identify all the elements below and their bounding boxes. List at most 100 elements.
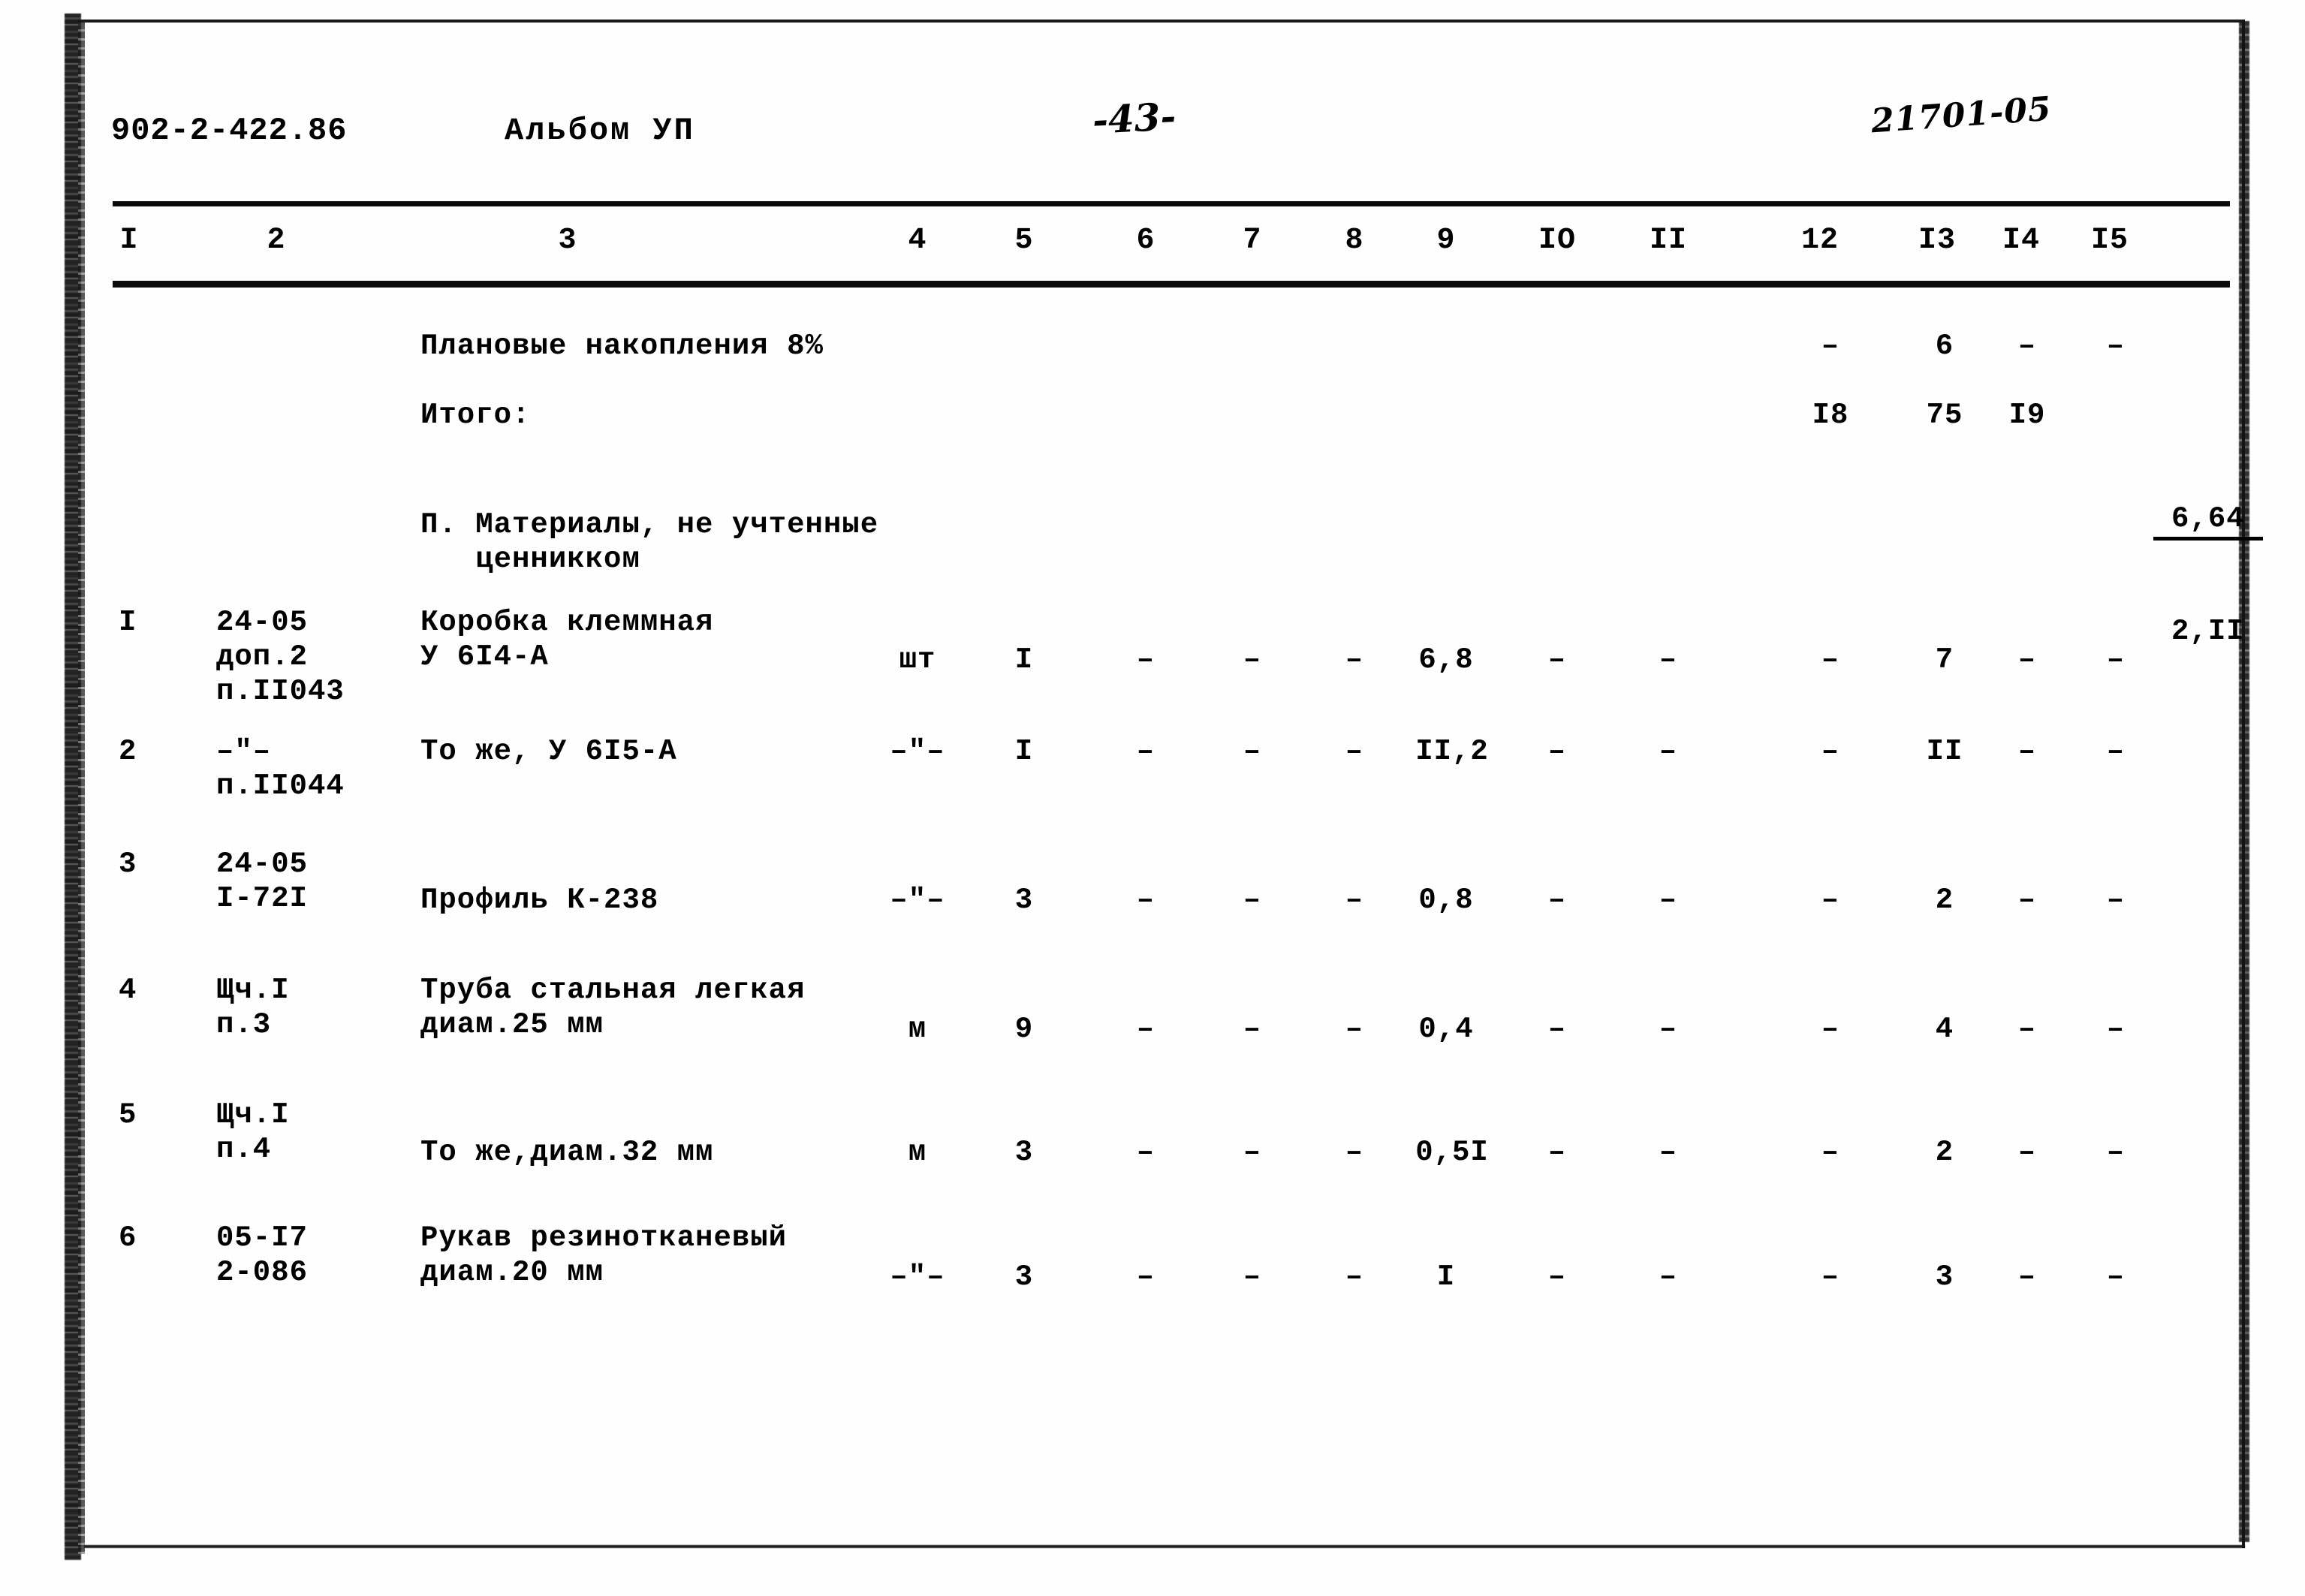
column-header-12: 12 (1800, 224, 1839, 257)
table-row-6-c13: 3 (1935, 1260, 1954, 1293)
row-planned-savings-name: Плановые накопления 8% (420, 330, 824, 363)
page-frame-bottom (84, 1545, 2245, 1548)
table-row-2-c10: – (1547, 735, 1567, 768)
table-rule-top (113, 201, 2230, 206)
table-row-3-unit: –"– (890, 884, 945, 917)
table-rule-bottom (113, 281, 2230, 288)
column-header-7: 7 (1243, 224, 1262, 257)
table-row-4-name: Труба стальная легкая диам.25 мм (420, 974, 806, 1042)
table-row-6-c10: – (1547, 1260, 1567, 1293)
table-row-6-c11: – (1659, 1260, 1678, 1293)
table-row-5-number: 5 (119, 1098, 137, 1131)
table-row-5-unit: м (908, 1136, 927, 1169)
table-row-5-c15: – (2106, 1136, 2126, 1169)
table-row-2-name: То же, У 6I5-А (420, 735, 677, 768)
table-row-3-c12: – (1821, 884, 1840, 917)
table-row-5-c10: – (1547, 1136, 1567, 1169)
column-header-1: I (119, 224, 139, 257)
table-row-2-c15: – (2106, 735, 2126, 768)
table-row-6-c9: I (1436, 1260, 1456, 1293)
table-row-2-c11: – (1659, 735, 1678, 768)
table-row-2-c6: – (1136, 735, 1156, 768)
album-label: Альбом УП (505, 113, 695, 149)
table-row-1-c10: – (1547, 643, 1567, 676)
table-row-5-name: То же,диам.32 мм (420, 1136, 714, 1169)
table-row-2-c14: – (2017, 735, 2037, 768)
table-row-4-number: 4 (119, 974, 137, 1007)
table-row-2-c13: II (1926, 735, 1963, 768)
column-header-9: 9 (1436, 224, 1456, 257)
section-heading-materials: П. Материалы, не учтенные ценникком (420, 508, 879, 577)
table-row-2-c8: – (1345, 735, 1364, 768)
table-row-2-c12: – (1821, 735, 1840, 768)
row-planned-savings-c13: 6 (1935, 330, 1954, 363)
document-code: 902-2-422.86 (111, 113, 348, 149)
table-row-1-number: I (119, 606, 137, 639)
table-row-4-c13: 4 (1935, 1013, 1954, 1046)
table-row-6-name: Рукав резинотканевый диам.20 мм (420, 1221, 788, 1290)
column-header-11: II (1649, 224, 1688, 257)
table-row-5-c6: – (1136, 1136, 1156, 1169)
column-header-14: I4 (2002, 224, 2041, 257)
table-row-5-c9: 0,5I (1415, 1136, 1489, 1169)
table-row-1-c14: – (2017, 643, 2037, 676)
row-total-c13: 75 (1926, 399, 1963, 432)
table-row-4-c9: 0,4 (1418, 1013, 1474, 1046)
scan-edge-artifact-left-inner (78, 23, 85, 1554)
column-header-8: 8 (1345, 224, 1364, 257)
table-row-5-qty: 3 (1014, 1136, 1034, 1169)
table-row-3-c6: – (1136, 884, 1156, 917)
table-row-2-unit: –"– (890, 735, 945, 768)
table-row-3-code: 24-05 I-72I (216, 848, 309, 916)
table-row-4-qty: 9 (1014, 1013, 1034, 1046)
table-row-3-qty: 3 (1014, 884, 1034, 917)
row-total-c15-fraction: 6,64 2,II (2080, 398, 2264, 752)
table-row-1-qty: I (1014, 643, 1034, 676)
column-header-6: 6 (1136, 224, 1156, 257)
table-row-1-c13: 7 (1935, 643, 1954, 676)
table-row-1-name: Коробка клеммная У 6I4-А (420, 606, 714, 674)
table-row-5-c12: – (1821, 1136, 1840, 1169)
table-row-2-c7: – (1243, 735, 1262, 768)
column-header-15: I5 (2090, 224, 2129, 257)
table-row-2-qty: I (1014, 735, 1034, 768)
table-row-3-c8: – (1345, 884, 1364, 917)
table-row-6-code: 05-I7 2-086 (216, 1221, 309, 1290)
table-row-6-qty: 3 (1014, 1260, 1034, 1293)
table-row-1-c6: – (1136, 643, 1156, 676)
table-row-5-code: Щч.I п.4 (216, 1098, 290, 1167)
table-row-5-c14: – (2017, 1136, 2037, 1169)
table-row-4-c8: – (1345, 1013, 1364, 1046)
table-row-5-c11: – (1659, 1136, 1678, 1169)
column-header-4: 4 (908, 224, 927, 257)
table-row-4-c12: – (1821, 1013, 1840, 1046)
table-row-3-name: Профиль К-238 (420, 884, 659, 917)
table-row-2-number: 2 (119, 735, 137, 768)
table-row-4-c6: – (1136, 1013, 1156, 1046)
table-row-5-c7: – (1243, 1136, 1262, 1169)
row-total-c14: I9 (2008, 399, 2046, 432)
table-row-1-unit: шт (899, 643, 936, 676)
column-header-3: 3 (558, 224, 577, 257)
row-planned-savings-c15: – (2106, 330, 2126, 363)
table-row-6-c14: – (2017, 1260, 2037, 1293)
table-row-6-c7: – (1243, 1260, 1262, 1293)
scanned-page: 902-2-422.86 Альбом УП -43- 21701-05 I 2… (0, 0, 2305, 1596)
table-row-4-c11: – (1659, 1013, 1678, 1046)
page-frame-top (78, 20, 2245, 23)
column-header-5: 5 (1014, 224, 1034, 257)
table-row-5-c8: – (1345, 1136, 1364, 1169)
row-total-name: Итого: (420, 399, 531, 432)
table-row-1-c15: – (2106, 643, 2126, 676)
table-row-6-c15: – (2106, 1260, 2126, 1293)
table-row-3-c7: – (1243, 884, 1262, 917)
table-row-1-code: 24-05 доп.2 п.II043 (216, 606, 345, 709)
row-total-c15-numerator: 6,64 (2153, 501, 2264, 541)
table-row-1-c12: – (1821, 643, 1840, 676)
row-planned-savings-c14: – (2017, 330, 2037, 363)
table-row-1-c7: – (1243, 643, 1262, 676)
column-header-10: IO (1538, 224, 1577, 257)
table-row-2-code: –"– п.II044 (216, 735, 345, 803)
table-row-3-c10: – (1547, 884, 1567, 917)
table-row-3-c11: – (1659, 884, 1678, 917)
